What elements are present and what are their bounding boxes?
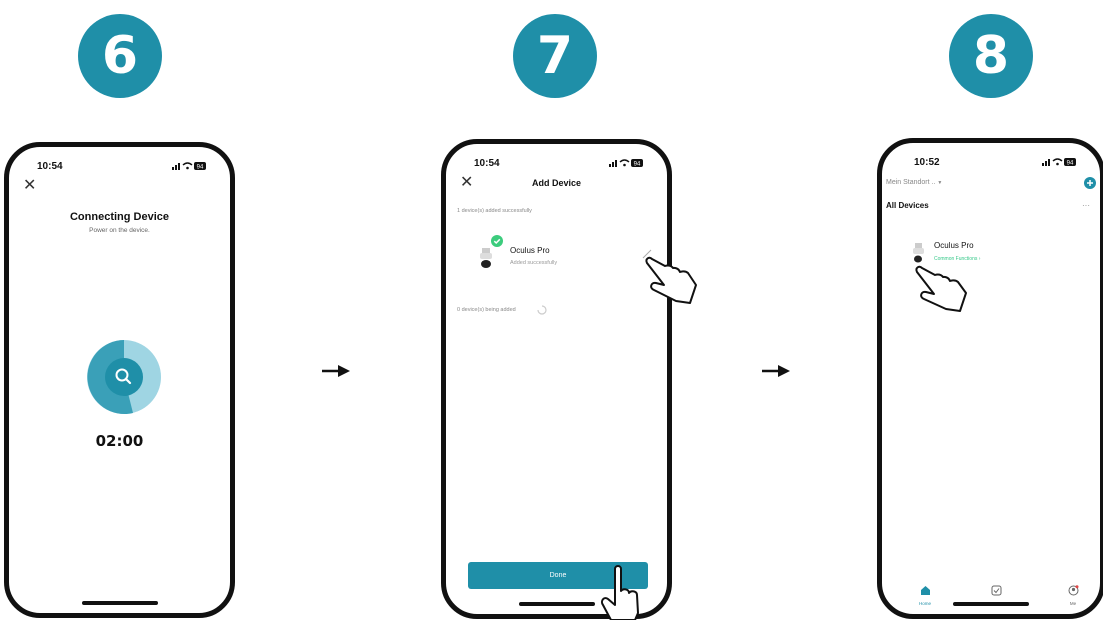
step-number: 8: [972, 26, 1010, 86]
page-title: Add Device: [531, 178, 582, 188]
phone-home-devices: 10:52 94 Mein Standort .. ▼ All Devices …: [877, 138, 1103, 619]
arrow-right-icon: [762, 365, 790, 377]
step-badge-7: 7: [513, 14, 597, 98]
done-button-label: Done: [549, 572, 567, 579]
home-icon: [920, 586, 930, 595]
phone-connecting-device: 10:54 94 ✕ Connecting Device Power on th…: [4, 142, 235, 618]
location-label: Mein Standort ..: [886, 179, 936, 186]
tab-label: Me: [1069, 601, 1077, 606]
location-selector[interactable]: Mein Standort .. ▼: [886, 179, 942, 186]
battery-level: 94: [197, 164, 204, 170]
step-number: 6: [101, 26, 139, 86]
status-icons: 94: [172, 162, 206, 170]
adding-count-label: 0 device(s) being added: [457, 307, 516, 313]
chevron-down-icon: ▼: [937, 180, 943, 186]
status-icons: 94: [1042, 158, 1076, 166]
tab-home[interactable]: Home: [910, 583, 940, 606]
tab-me[interactable]: Me: [1058, 583, 1088, 606]
loading-spinner-icon: [537, 305, 547, 315]
tab-label: Home: [918, 601, 931, 606]
section-title: All Devices: [886, 201, 929, 210]
added-count-label: 1 device(s) added successfully: [457, 208, 532, 214]
pointing-hand-icon: [645, 256, 697, 304]
pointing-hand-icon: [915, 265, 967, 312]
home-indicator: [81, 601, 158, 605]
page-title: Connecting Device: [69, 211, 170, 223]
status-time: 10:54: [474, 158, 500, 169]
success-check-icon: [491, 235, 503, 247]
home-indicator: [953, 602, 1029, 606]
pointing-hand-icon: [600, 565, 639, 620]
step-badge-8: 8: [949, 14, 1033, 98]
profile-icon: [1068, 585, 1078, 596]
search-progress-ring: [87, 340, 161, 414]
device-name: Oculus Pro: [510, 246, 550, 255]
common-functions-link[interactable]: Common Functions ›: [934, 256, 980, 262]
home-indicator: [518, 602, 595, 606]
status-icons: 94: [609, 159, 643, 167]
status-time: 10:52: [914, 157, 940, 168]
battery-level: 94: [634, 161, 641, 167]
countdown-timer: 02:00: [95, 432, 144, 450]
add-device-button[interactable]: [1084, 177, 1096, 189]
step-number: 7: [536, 26, 574, 86]
scene-icon: [991, 585, 1001, 596]
step-badge-6: 6: [78, 14, 162, 98]
status-time: 10:54: [37, 161, 63, 172]
device-status: Added successfully: [510, 260, 558, 266]
device-name[interactable]: Oculus Pro: [934, 241, 974, 250]
phone-add-device: 10:54 94 ✕ Add Device 1 device(s) added …: [441, 139, 672, 619]
battery-level: 94: [1067, 160, 1074, 166]
page-subtitle: Power on the device.: [89, 227, 150, 234]
close-icon[interactable]: ✕: [23, 178, 36, 194]
more-options-icon[interactable]: ···: [1082, 201, 1090, 210]
arrow-right-icon: [322, 365, 350, 377]
